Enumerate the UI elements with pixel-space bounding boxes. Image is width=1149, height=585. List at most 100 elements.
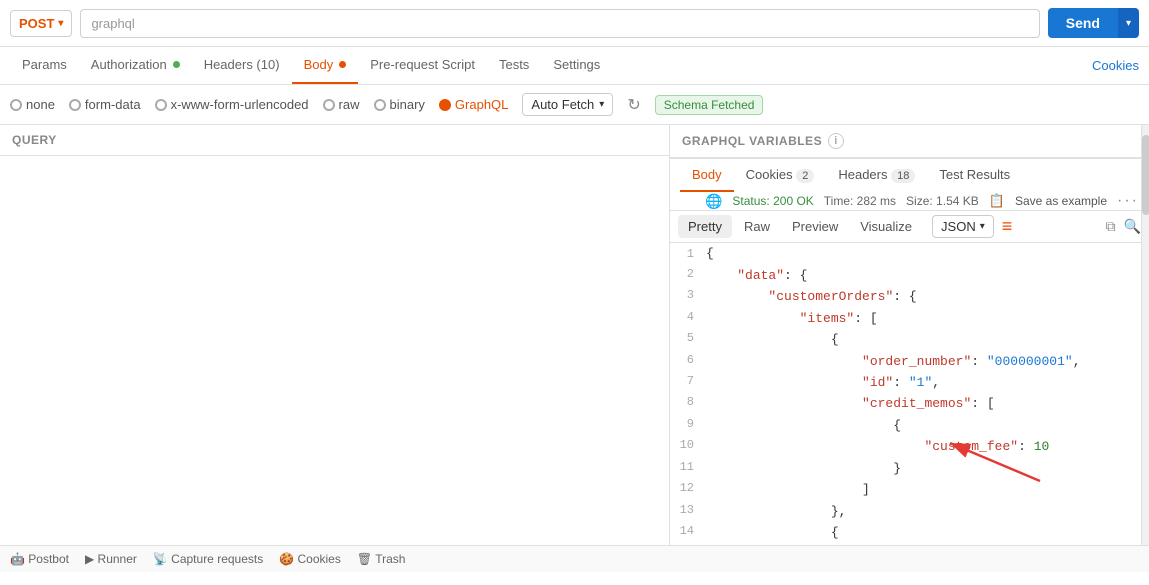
body-dot xyxy=(339,61,346,68)
refresh-icon[interactable]: ↻ xyxy=(627,95,640,115)
url-input[interactable] xyxy=(80,9,1039,38)
code-line-8: 8 "credit_memos": [ xyxy=(670,393,1149,414)
auto-fetch-button[interactable]: Auto Fetch ▾ xyxy=(522,93,613,116)
radio-binary[interactable]: binary xyxy=(374,97,425,112)
code-line-3: 3 "customerOrders": { xyxy=(670,286,1149,307)
search-icon[interactable]: 🔍 xyxy=(1124,218,1141,235)
more-icon[interactable]: ··· xyxy=(1117,192,1139,210)
top-bar: POST ▾ Send ▾ xyxy=(0,0,1149,47)
tab-resp-cookies[interactable]: Cookies 2 xyxy=(734,159,827,192)
view-visualize[interactable]: Visualize xyxy=(850,215,922,238)
line-content: { xyxy=(706,243,714,265)
send-dropdown-button[interactable]: ▾ xyxy=(1118,8,1139,38)
line-num: 12 xyxy=(670,479,706,500)
radio-dot-form-data xyxy=(69,99,81,111)
info-icon: i xyxy=(828,133,844,149)
tab-resp-headers[interactable]: Headers 18 xyxy=(826,159,927,192)
line-num: 1 xyxy=(670,243,706,265)
code-area[interactable]: 1 { 2 "data": { 3 "customerOrders": { 4 … xyxy=(670,243,1149,545)
line-content: { xyxy=(706,329,839,350)
method-label: POST xyxy=(19,16,54,31)
code-line-9: 9 { xyxy=(670,415,1149,436)
method-select[interactable]: POST ▾ xyxy=(10,10,72,37)
save-as-example-link[interactable]: Save as example xyxy=(1015,194,1107,208)
graphql-vars-header: GRAPHQL VARIABLES i xyxy=(670,125,1149,158)
bottom-postbot[interactable]: 🤖 Postbot xyxy=(10,552,69,566)
tab-pre-request[interactable]: Pre-request Script xyxy=(358,47,487,84)
line-num: 10 xyxy=(670,436,706,457)
scrollbar-thumb[interactable] xyxy=(1142,135,1149,215)
radio-raw[interactable]: raw xyxy=(323,97,360,112)
code-toolbar: Pretty Raw Preview Visualize JSON ▾ ≡ ⧉ … xyxy=(670,211,1149,243)
tab-headers[interactable]: Headers (10) xyxy=(192,47,292,84)
tab-settings[interactable]: Settings xyxy=(541,47,612,84)
line-content: }, xyxy=(706,501,846,522)
save-icon: 📋 xyxy=(989,193,1005,209)
radio-dot-binary xyxy=(374,99,386,111)
radio-dot-graphql xyxy=(439,99,451,111)
code-line-13: 13 }, xyxy=(670,501,1149,522)
format-select[interactable]: JSON ▾ xyxy=(932,215,994,238)
line-content: "order_number": "000000001", xyxy=(706,351,1081,372)
line-content: } xyxy=(706,458,901,479)
radio-dot-raw xyxy=(323,99,335,111)
line-num: 14 xyxy=(670,522,706,543)
code-line-12: 12 ] xyxy=(670,479,1149,500)
tab-authorization[interactable]: Authorization xyxy=(79,47,192,84)
query-editor[interactable] xyxy=(0,156,669,545)
view-raw[interactable]: Raw xyxy=(734,215,780,238)
radio-dot-urlencoded xyxy=(155,99,167,111)
chevron-down-icon: ▾ xyxy=(599,99,604,110)
code-line-5: 5 { xyxy=(670,329,1149,350)
view-preview[interactable]: Preview xyxy=(782,215,848,238)
tab-resp-test-results[interactable]: Test Results xyxy=(927,159,1022,192)
line-content: "items": [ xyxy=(706,308,878,329)
schema-fetched-badge: Schema Fetched xyxy=(655,95,764,115)
line-content: "id": "1", xyxy=(706,372,940,393)
line-content: ] xyxy=(706,479,870,500)
line-num: 9 xyxy=(670,415,706,436)
status-ok: Status: 200 OK xyxy=(732,194,813,208)
right-panel: GRAPHQL VARIABLES i Body Cookies 2 Heade… xyxy=(670,125,1149,545)
line-num: 7 xyxy=(670,372,706,393)
query-header: QUERY xyxy=(0,125,669,156)
bottom-runner[interactable]: ▶ Runner xyxy=(85,552,137,566)
code-line-1: 1 { xyxy=(670,243,1149,265)
send-button[interactable]: Send xyxy=(1048,8,1118,38)
wrap-icon[interactable]: ≡ xyxy=(1002,216,1013,237)
line-content: "customerOrders": { xyxy=(706,286,917,307)
auth-dot xyxy=(173,61,180,68)
view-pretty[interactable]: Pretty xyxy=(678,215,732,238)
bottom-bar: 🤖 Postbot ▶ Runner 📡 Capture requests 🍪 … xyxy=(0,545,1149,572)
radio-urlencoded[interactable]: x-www-form-urlencoded xyxy=(155,97,309,112)
line-num: 3 xyxy=(670,286,706,307)
line-num: 13 xyxy=(670,501,706,522)
bottom-cookies[interactable]: 🍪 Cookies xyxy=(279,552,341,566)
scrollbar[interactable] xyxy=(1141,125,1149,545)
radio-form-data[interactable]: form-data xyxy=(69,97,141,112)
line-content: "custom_fee": 10 xyxy=(706,436,1049,457)
bottom-capture[interactable]: 📡 Capture requests xyxy=(153,552,263,566)
code-line-7: 7 "id": "1", xyxy=(670,372,1149,393)
chevron-down-icon: ▾ xyxy=(58,18,63,29)
bottom-trash[interactable]: 🗑 Trash xyxy=(357,552,406,566)
line-content: "order_number": "000000002", xyxy=(706,543,1081,545)
tab-params[interactable]: Params xyxy=(10,47,79,84)
code-line-11: 11 } xyxy=(670,458,1149,479)
nav-tabs: Params Authorization Headers (10) Body P… xyxy=(0,47,1149,85)
tab-tests[interactable]: Tests xyxy=(487,47,541,84)
tab-body[interactable]: Body xyxy=(292,47,359,84)
radio-graphql[interactable]: GraphQL xyxy=(439,97,508,112)
line-num: 15 xyxy=(670,543,706,545)
copy-icon[interactable]: ⧉ xyxy=(1106,218,1116,235)
radio-none[interactable]: none xyxy=(10,97,55,112)
line-num: 4 xyxy=(670,308,706,329)
cookies-link[interactable]: Cookies xyxy=(1092,58,1139,73)
time-meta: Time: 282 ms xyxy=(824,194,896,208)
chevron-down-icon: ▾ xyxy=(980,221,985,232)
tab-resp-body[interactable]: Body xyxy=(680,159,734,192)
code-line-15: 15 "order_number": "000000002", xyxy=(670,543,1149,545)
response-area: Body Cookies 2 Headers 18 Test Results 🌐… xyxy=(670,158,1149,545)
line-content: "credit_memos": [ xyxy=(706,393,995,414)
line-num: 6 xyxy=(670,351,706,372)
